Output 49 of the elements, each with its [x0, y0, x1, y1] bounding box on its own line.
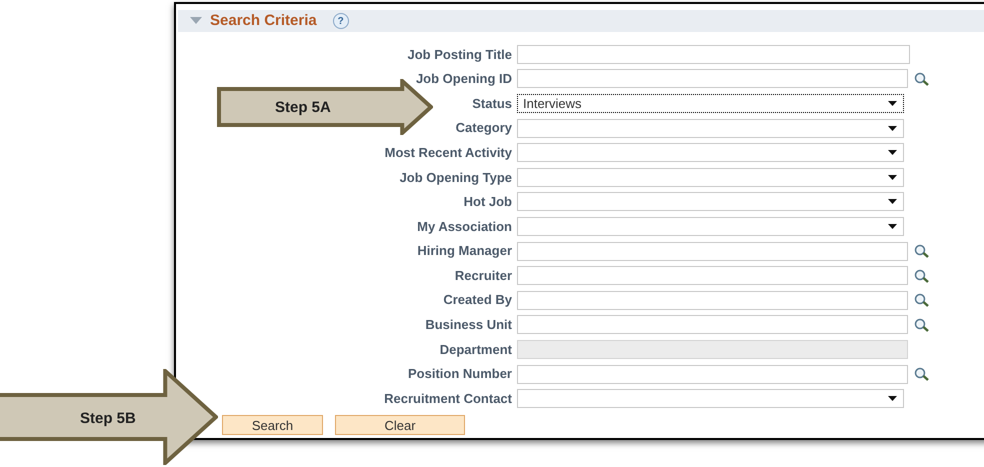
field-label: Category: [456, 119, 512, 138]
dropdown-field[interactable]: [517, 216, 904, 236]
field-label: Most Recent Activity: [384, 144, 512, 162]
field-label: Recruiter: [454, 266, 512, 285]
dropdown-field[interactable]: Interviews: [517, 94, 904, 113]
step-label: Step 5A: [275, 98, 331, 118]
caret-icon: [888, 150, 897, 156]
section-title: Search Criteria: [210, 10, 317, 31]
caret-icon: [888, 224, 897, 229]
search-icon[interactable]: [914, 293, 930, 308]
field-label: Position Number: [408, 365, 512, 384]
search-icon[interactable]: [914, 244, 930, 258]
search-icon[interactable]: [914, 318, 930, 332]
caret-icon: [888, 100, 897, 106]
field-label: Job Posting Title: [408, 46, 512, 64]
search-icon[interactable]: [914, 268, 930, 283]
help-icon[interactable]: ?: [332, 13, 349, 29]
text-field[interactable]: [517, 290, 908, 310]
dropdown-field[interactable]: [517, 143, 904, 162]
text-field[interactable]: [517, 69, 908, 88]
field-label: Created By: [443, 291, 512, 310]
collapse-icon[interactable]: [190, 17, 202, 25]
search-icon[interactable]: [914, 72, 930, 86]
form-button[interactable]: Search: [222, 414, 323, 435]
field-label: Department: [440, 340, 512, 359]
text-field[interactable]: [517, 44, 910, 64]
field-label: Business Unit: [425, 316, 512, 334]
caret-icon: [888, 396, 897, 402]
caret-icon: [888, 174, 897, 180]
dropdown-field[interactable]: [517, 168, 904, 187]
field-label: Hot Job: [464, 193, 512, 212]
field-label: Job Opening Type: [400, 168, 512, 187]
field-label: Job Opening ID: [416, 70, 512, 88]
dropdown-field[interactable]: [517, 389, 904, 408]
field-label: Recruitment Contact: [384, 390, 512, 408]
text-field[interactable]: [517, 242, 908, 261]
caret-icon: [888, 126, 897, 131]
dropdown-field[interactable]: [517, 192, 904, 212]
search-icon[interactable]: [914, 367, 930, 382]
caret-icon: [888, 199, 897, 204]
field-label: My Association: [417, 218, 512, 236]
text-field[interactable]: [517, 266, 908, 286]
dropdown-field[interactable]: [517, 118, 904, 138]
form-button[interactable]: Clear: [335, 414, 465, 435]
field-label: Hiring Manager: [417, 242, 512, 260]
step-label: Step 5B: [80, 409, 136, 429]
text-field[interactable]: [517, 364, 908, 384]
text-field[interactable]: [517, 315, 908, 334]
field-label: Status: [472, 94, 512, 113]
